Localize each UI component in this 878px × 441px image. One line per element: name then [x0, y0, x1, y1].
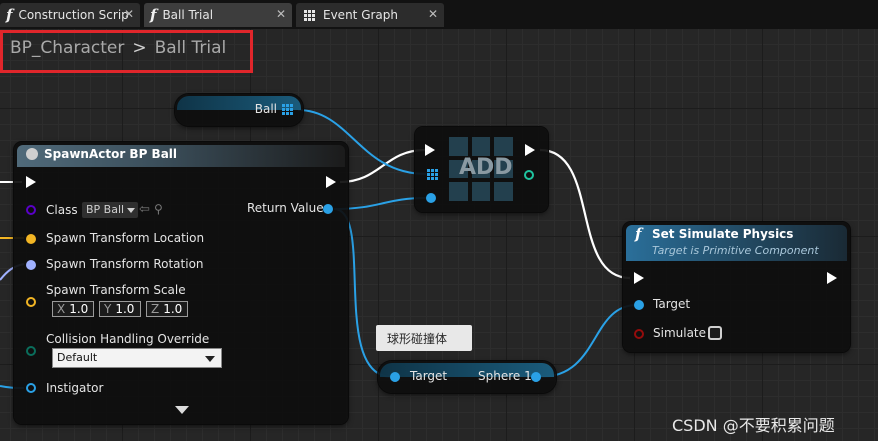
collision-dropdown[interactable]: Default [52, 348, 222, 368]
target-pin[interactable] [390, 372, 400, 382]
spawn-scale-label: Spawn Transform Scale [46, 283, 186, 297]
class-value: BP Ball [86, 203, 125, 216]
rotation-pin[interactable] [26, 260, 36, 270]
collision-label: Collision Handling Override [46, 332, 210, 346]
expand-arrow-icon[interactable] [175, 406, 189, 414]
sphere-output-label: Sphere 1 [478, 369, 532, 383]
collision-pin[interactable] [26, 346, 36, 356]
exec-wire-add-physics [539, 148, 631, 280]
component-getter-node[interactable]: Target Sphere 1 [378, 361, 556, 393]
add-label: ADD [459, 155, 513, 180]
class-pin[interactable] [26, 205, 36, 215]
simulate-pin[interactable] [634, 329, 644, 339]
index-out-pin[interactable] [524, 170, 534, 180]
physics-node-subtitle: Target is Primitive Component [652, 244, 819, 257]
chevron-down-icon [127, 208, 135, 213]
browse-arrow-icon[interactable]: ⇦ [139, 202, 150, 217]
instigator-label: Instigator [46, 381, 104, 395]
axis-x-label: X [57, 302, 66, 316]
axis-y-label: Y [104, 302, 112, 316]
exec-wire-spawn-add [339, 148, 426, 184]
ball-variable-node[interactable]: Ball [175, 94, 303, 126]
spawn-actor-node[interactable]: SpawnActor BP Ball Class BP Ball ⇦ ⚲ Ret… [14, 142, 348, 424]
ball-label: Ball [254, 102, 277, 116]
target-label: Target [653, 297, 691, 311]
set-simulate-physics-node[interactable]: f Set Simulate Physics Target is Primiti… [623, 222, 850, 352]
exec-in-pin[interactable] [425, 144, 435, 156]
search-icon[interactable]: ⚲ [154, 202, 163, 216]
scale-y-input[interactable]: Y 1.0 [99, 301, 141, 317]
collision-value: Default [57, 351, 98, 364]
exec-in-pin[interactable] [26, 176, 36, 188]
return-value-pin[interactable] [323, 204, 333, 214]
function-icon: f [635, 225, 642, 243]
exec-out-pin[interactable] [525, 144, 535, 156]
class-label: Class [46, 203, 78, 217]
watermark: CSDN @不要积累问题 [672, 416, 835, 435]
physics-node-title: Set Simulate Physics [652, 227, 794, 241]
class-selector[interactable]: BP Ball [82, 202, 138, 218]
instigator-pin[interactable] [26, 383, 36, 393]
scale-z-value: 1.0 [163, 302, 183, 316]
scale-x-value: 1.0 [69, 302, 89, 316]
return-value-label: Return Value [247, 201, 324, 215]
exec-out-pin[interactable] [326, 176, 336, 188]
simulate-checkbox[interactable] [708, 326, 722, 340]
chevron-down-icon [205, 356, 215, 362]
exec-in-pin[interactable] [634, 272, 644, 284]
tooltip-text: 球形碰撞体 [387, 332, 448, 346]
axis-z-label: Z [151, 302, 160, 316]
scale-z-input[interactable]: Z 1.0 [146, 301, 188, 317]
scale-pin[interactable] [26, 297, 36, 307]
target-pin[interactable] [634, 300, 644, 310]
spawn-rotation-label: Spawn Transform Rotation [46, 257, 204, 271]
component-tooltip: 球形碰撞体 [376, 325, 472, 351]
scale-x-input[interactable]: X 1.0 [52, 301, 94, 317]
spawn-actor-icon [26, 148, 38, 160]
scale-y-value: 1.0 [115, 302, 135, 316]
location-pin[interactable] [26, 234, 36, 244]
exec-out-pin[interactable] [827, 272, 837, 284]
array-pin-icon[interactable] [282, 104, 293, 115]
spawn-node-title: SpawnActor BP Ball [44, 147, 178, 161]
array-add-node[interactable]: ADD [415, 127, 548, 212]
simulate-label: Simulate [653, 326, 707, 340]
sphere-output-pin[interactable] [531, 372, 541, 382]
item-pin[interactable] [426, 193, 436, 203]
target-label: Target [410, 369, 448, 383]
spawn-location-label: Spawn Transform Location [46, 231, 205, 245]
array-pin-icon[interactable] [427, 169, 438, 180]
